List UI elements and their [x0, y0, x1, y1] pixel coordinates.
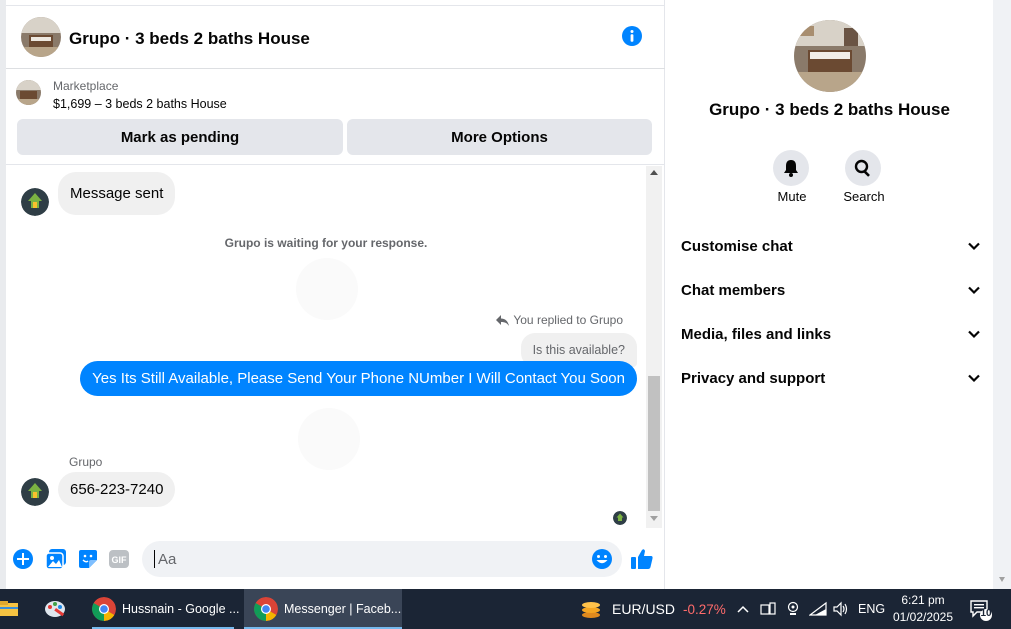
plus-circle-icon[interactable]	[12, 548, 34, 570]
bell-icon	[784, 160, 798, 177]
taskbar-app-label: Messenger | Faceb...	[284, 602, 402, 616]
message-input[interactable]: Aa	[142, 541, 622, 577]
waiting-note: Grupo is waiting for your response.	[224, 236, 428, 250]
sticker-icon[interactable]	[77, 548, 99, 570]
coins-icon	[582, 602, 600, 618]
info-title: Grupo · 3 beds 2 baths House	[709, 100, 950, 119]
search-button[interactable]	[845, 150, 881, 186]
section-media-files-links[interactable]: Media, files and links	[681, 319, 981, 349]
chrome-icon	[254, 597, 278, 621]
mute-label: Mute	[777, 189, 807, 204]
listing-price[interactable]: $1,699 – 3 beds 2 baths House	[53, 97, 227, 111]
scroll-down-arrow[interactable]	[650, 516, 658, 521]
reply-arrow-icon	[496, 314, 510, 326]
chrome-icon	[92, 597, 116, 621]
thumbs-up-icon[interactable]	[630, 547, 654, 571]
taskbar-chrome-hussnain[interactable]: Hussnain - Google ...	[86, 589, 240, 629]
group-profile-photo[interactable]	[794, 20, 866, 92]
mark-as-pending-button[interactable]: Mark as pending	[17, 119, 343, 155]
speaker-icon	[833, 601, 848, 617]
marketplace-bar: Marketplace $1,699 – 3 beds 2 baths Hous…	[6, 69, 665, 165]
text-caret	[154, 550, 155, 568]
faded-placeholder-2	[298, 408, 360, 470]
listing-thumbnail[interactable]	[16, 80, 41, 105]
my-reply-bubble[interactable]: Yes Its Still Available, Please Send You…	[80, 361, 637, 396]
info-icon[interactable]	[622, 26, 642, 46]
paint-icon[interactable]	[44, 589, 72, 629]
page-scrollbar[interactable]	[993, 0, 1011, 589]
marketplace-label: Marketplace	[53, 79, 119, 93]
clock[interactable]: 6:21 pm 01/02/2025	[888, 592, 958, 626]
replied-text: You replied to Grupo	[513, 313, 623, 327]
search-label: Search	[843, 189, 885, 204]
chat-header: Grupo · 3 beds 2 baths House	[6, 5, 665, 69]
gif-icon[interactable]: GIF	[108, 548, 130, 570]
conversation-info-pane: Grupo · 3 beds 2 baths House Mute Search…	[666, 0, 993, 589]
scroll-up-arrow[interactable]	[650, 170, 658, 175]
sender-name: Grupo	[69, 455, 103, 469]
chevron-down-icon	[968, 242, 980, 251]
tray-device-icon[interactable]	[760, 589, 776, 629]
chevron-down-icon	[968, 286, 980, 295]
section-privacy-support[interactable]: Privacy and support	[681, 363, 981, 393]
mute-button[interactable]	[773, 150, 809, 186]
group-avatar[interactable]	[21, 17, 61, 57]
message-list: Message sent Grupo is waiting for your r…	[6, 166, 646, 536]
language-indicator[interactable]: ENG	[858, 589, 885, 629]
taskbar-app-label: Hussnain - Google ...	[122, 602, 240, 616]
faded-placeholder	[296, 258, 358, 320]
wifi-icon	[809, 601, 827, 616]
message-scrollbar[interactable]	[646, 166, 662, 528]
tray-network-icon[interactable]	[809, 589, 827, 629]
message-sent-bubble[interactable]: Message sent	[58, 172, 176, 215]
grupo-avatar[interactable]	[21, 188, 49, 216]
language-text: ENG	[858, 602, 886, 616]
composer: GIF Aa	[6, 537, 665, 583]
svg-text:GIF: GIF	[112, 555, 128, 565]
camera-icon	[787, 601, 799, 615]
replied-note: You replied to Grupo	[496, 313, 623, 327]
notification-count: 10	[980, 608, 992, 619]
chat-pane: Grupo · 3 beds 2 baths House Marketplace	[0, 0, 665, 589]
seen-receipt-avatar	[613, 511, 627, 525]
chat-title[interactable]: Grupo · 3 beds 2 baths House	[69, 29, 310, 49]
chevron-down-icon	[968, 330, 980, 339]
section-label: Media, files and links	[681, 325, 832, 343]
devices-icon	[760, 602, 776, 615]
chevron-down-icon	[968, 374, 980, 383]
taskbar-messenger[interactable]: Messenger | Faceb...	[244, 589, 402, 629]
windows-taskbar: Hussnain - Google ... Messenger | Faceb.…	[0, 589, 1011, 629]
show-hidden-icons[interactable]	[736, 589, 750, 629]
currency-widget[interactable]: EUR/USD -0.27%	[580, 589, 726, 629]
clock-time: 6:21 pm	[901, 593, 945, 607]
scroll-thumb[interactable]	[648, 376, 660, 511]
input-placeholder: Aa	[158, 551, 177, 568]
more-options-button[interactable]: More Options	[347, 119, 652, 155]
phone-number-bubble[interactable]: 656-223-7240	[58, 472, 176, 507]
ticker-name: EUR/USD	[612, 601, 676, 617]
tray-volume-icon[interactable]	[832, 589, 850, 629]
section-label: Privacy and support	[681, 369, 826, 387]
section-chat-members[interactable]: Chat members	[681, 275, 981, 305]
ticker-change: -0.27%	[683, 601, 726, 617]
chevron-up-icon	[737, 605, 749, 613]
file-explorer-icon[interactable]	[0, 589, 20, 629]
section-label: Chat members	[681, 281, 786, 299]
search-icon	[854, 159, 870, 177]
grupo-avatar-2[interactable]	[21, 478, 49, 506]
emoji-icon[interactable]	[591, 548, 613, 570]
clock-date: 01/02/2025	[892, 610, 954, 624]
section-label: Customise chat	[681, 237, 793, 255]
section-customise-chat[interactable]: Customise chat	[681, 231, 981, 261]
tray-webcam-icon[interactable]	[786, 589, 800, 629]
notification-center[interactable]: 10	[968, 589, 994, 629]
photo-icon[interactable]	[45, 548, 67, 570]
